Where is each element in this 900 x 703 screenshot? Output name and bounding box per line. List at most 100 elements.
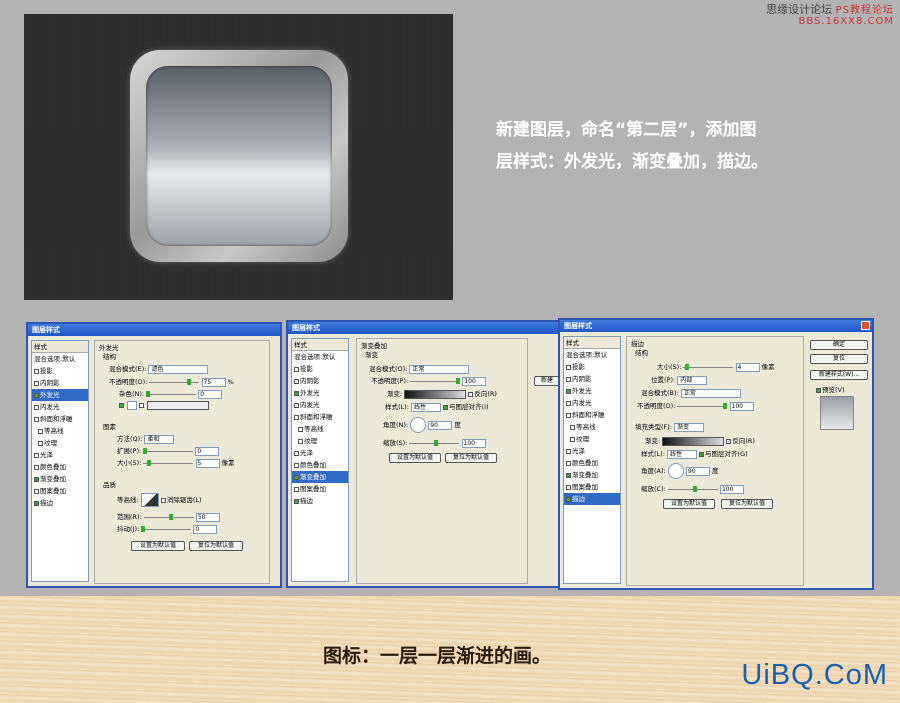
scale-slider[interactable] <box>409 439 460 446</box>
sidebar-item-stroke[interactable]: 描边 <box>564 493 620 505</box>
sidebar-item-satin[interactable]: 光泽 <box>564 445 620 457</box>
sidebar-item-pattern-overlay[interactable]: 图案叠加 <box>32 485 88 497</box>
range-input[interactable]: 50 <box>195 512 220 522</box>
noise-slider[interactable] <box>146 390 197 397</box>
sidebar-item-stroke[interactable]: 描边 <box>32 497 88 509</box>
sidebar-item-pattern-overlay[interactable]: 图案叠加 <box>564 481 620 493</box>
sidebar-item-contour[interactable]: 等高线 <box>292 423 348 435</box>
sidebar-item-satin[interactable]: 光泽 <box>292 447 348 459</box>
gradient-radio[interactable] <box>139 403 145 408</box>
sidebar-item-inner-shadow[interactable]: 内阴影 <box>564 373 620 385</box>
close-icon[interactable] <box>861 321 870 330</box>
sidebar-item-contour[interactable]: 等高线 <box>564 421 620 433</box>
align-checkbox[interactable] <box>443 404 449 410</box>
reverse-checkbox[interactable] <box>726 438 732 444</box>
glow-gradient[interactable] <box>147 401 210 410</box>
sidebar-item-drop-shadow[interactable]: 投影 <box>292 363 348 375</box>
opacity-label: 不透明度(O): <box>637 402 676 410</box>
sidebar-item-texture[interactable]: 纹理 <box>564 433 620 445</box>
sidebar-item-gradient-overlay[interactable]: 渐变叠加 <box>32 473 88 485</box>
sidebar-item-blend-options[interactable]: 混合选项:默认 <box>292 351 348 363</box>
range-slider[interactable] <box>143 513 194 520</box>
sidebar-item-texture[interactable]: 纹理 <box>292 435 348 447</box>
sidebar-item-gradient-overlay[interactable]: 渐变叠加 <box>564 469 620 481</box>
reset-default-button[interactable]: 复位为默认值 <box>445 453 497 463</box>
size-input[interactable]: 4 <box>735 362 760 372</box>
sidebar-item-color-overlay[interactable]: 颜色叠加 <box>292 459 348 471</box>
sidebar-item-outer-glow[interactable]: 外发光 <box>292 387 348 399</box>
sidebar-item-bevel[interactable]: 斜面和浮雕 <box>292 411 348 423</box>
sidebar-item-bevel[interactable]: 斜面和浮雕 <box>564 409 620 421</box>
sidebar-item-bevel[interactable]: 斜面和浮雕 <box>32 413 88 425</box>
anti-alias-checkbox[interactable] <box>160 497 166 503</box>
fill-type-select[interactable]: 渐变 <box>674 422 705 432</box>
opacity-slider[interactable] <box>149 378 200 385</box>
jitter-slider[interactable] <box>141 525 192 532</box>
sidebar-item-color-overlay[interactable]: 颜色叠加 <box>564 457 620 469</box>
scale-slider[interactable] <box>667 485 718 492</box>
sidebar-item-inner-glow[interactable]: 内发光 <box>564 397 620 409</box>
opacity-slider[interactable] <box>410 377 461 384</box>
color-radio[interactable] <box>119 403 124 408</box>
sidebar-item-contour[interactable]: 等高线 <box>32 425 88 437</box>
sidebar-item-inner-shadow[interactable]: 内阴影 <box>292 375 348 387</box>
sidebar-item-inner-glow[interactable]: 内发光 <box>32 401 88 413</box>
blend-mode-select[interactable]: 正常 <box>680 388 741 398</box>
new-style-button[interactable]: 新建样式(W)... <box>810 370 868 380</box>
angle-input[interactable]: 90 <box>428 420 453 430</box>
sidebar-item-texture[interactable]: 纹理 <box>32 437 88 449</box>
scale-input[interactable]: 100 <box>461 438 486 448</box>
make-default-button[interactable]: 设置为默认值 <box>131 541 185 551</box>
sidebar-item-satin[interactable]: 光泽 <box>32 449 88 461</box>
sidebar-item-gradient-overlay[interactable]: 渐变叠加 <box>292 471 348 483</box>
reverse-checkbox[interactable] <box>468 391 474 397</box>
sidebar-item-color-overlay[interactable]: 颜色叠加 <box>32 461 88 473</box>
contour-picker[interactable] <box>140 493 159 507</box>
opacity-input[interactable]: 75 <box>201 377 226 387</box>
new-style-button[interactable]: 新建 <box>534 376 560 386</box>
gradient-picker[interactable] <box>662 436 725 446</box>
sidebar-item-stroke[interactable]: 描边 <box>292 495 348 507</box>
jitter-input[interactable]: 0 <box>193 524 218 534</box>
align-checkbox[interactable] <box>699 451 705 457</box>
checkbox[interactable] <box>34 368 39 374</box>
sidebar-item-blend-options[interactable]: 混合选项:默认 <box>32 353 88 365</box>
technique-select[interactable]: 柔和 <box>144 434 175 444</box>
ok-button[interactable]: 确定 <box>810 340 868 350</box>
sidebar-item-pattern-overlay[interactable]: 图案叠加 <box>292 483 348 495</box>
sidebar-item-drop-shadow[interactable]: 投影 <box>564 361 620 373</box>
sidebar-item-outer-glow[interactable]: 外发光 <box>32 389 88 401</box>
style-select[interactable]: 线性 <box>410 402 441 412</box>
style-select[interactable]: 线性 <box>666 449 697 459</box>
size-slider[interactable] <box>143 459 194 466</box>
cancel-button[interactable]: 复位 <box>810 354 868 364</box>
sidebar-item-inner-glow[interactable]: 内发光 <box>292 399 348 411</box>
color-swatch[interactable] <box>127 401 138 410</box>
sidebar-item-drop-shadow[interactable]: 投影 <box>32 365 88 377</box>
angle-dial[interactable] <box>410 417 427 433</box>
sidebar-item-outer-glow[interactable]: 外发光 <box>564 385 620 397</box>
angle-dial[interactable] <box>667 463 684 479</box>
sidebar-item-blend-options[interactable]: 混合选项:默认 <box>564 349 620 361</box>
blend-mode-select[interactable]: 正常 <box>409 364 470 374</box>
spread-slider[interactable] <box>143 447 194 454</box>
layer-style-dialog-gradient-overlay: 图层样式 样式 混合选项:默认 投影 内阴影 外发光 内发光 斜面和浮雕 等高线… <box>286 320 562 588</box>
make-default-button[interactable]: 设置为默认值 <box>389 453 441 463</box>
opacity-input[interactable]: 100 <box>462 376 487 386</box>
position-select[interactable]: 内部 <box>677 375 708 385</box>
reset-default-button[interactable]: 复位为默认值 <box>721 499 773 509</box>
preview-checkbox[interactable] <box>816 387 821 393</box>
size-input[interactable]: 5 <box>195 458 220 468</box>
reset-default-button[interactable]: 复位为默认值 <box>189 541 243 551</box>
opacity-slider[interactable] <box>677 402 728 409</box>
sidebar-item-inner-shadow[interactable]: 内阴影 <box>32 377 88 389</box>
scale-input[interactable]: 100 <box>719 484 744 494</box>
angle-input[interactable]: 90 <box>685 466 710 476</box>
noise-input[interactable]: 0 <box>198 389 223 399</box>
opacity-input[interactable]: 100 <box>729 401 754 411</box>
size-slider[interactable] <box>683 363 734 370</box>
make-default-button[interactable]: 设置为默认值 <box>663 499 715 509</box>
spread-input[interactable]: 0 <box>195 446 220 456</box>
blend-mode-select[interactable]: 滤色 <box>148 364 209 374</box>
gradient-picker[interactable] <box>404 389 467 399</box>
